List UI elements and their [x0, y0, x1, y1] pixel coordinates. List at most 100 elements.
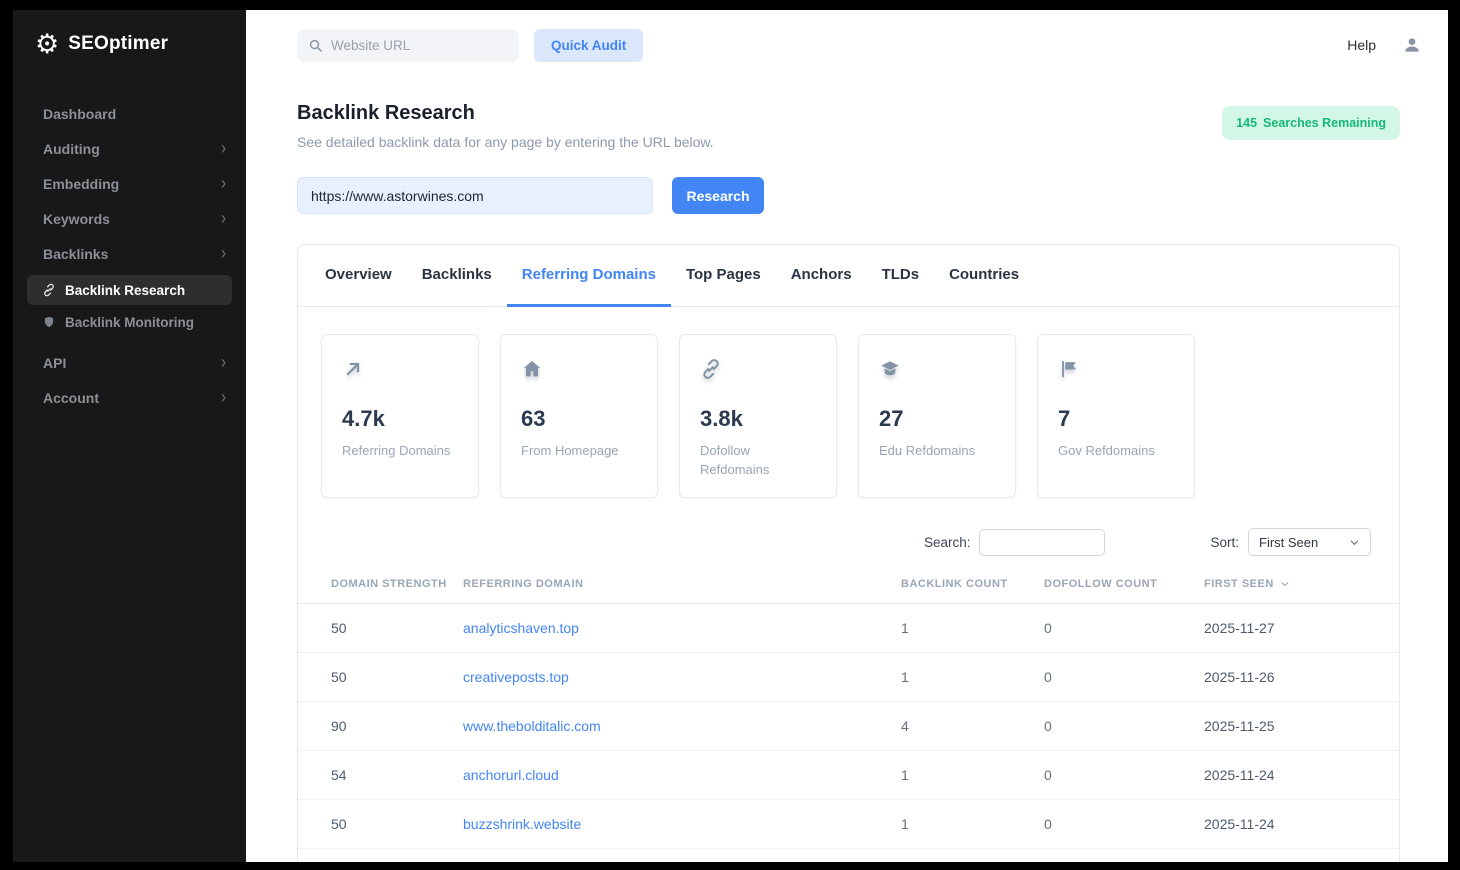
app-window: ⚙ SEOptimer Dashboard Auditing › Embeddi… [13, 10, 1448, 862]
table-search-input[interactable] [979, 529, 1105, 556]
table-search-group: Search: [924, 529, 1106, 556]
sidebar-item-keywords[interactable]: Keywords › [13, 201, 246, 236]
sort-select-value: First Seen [1259, 535, 1318, 550]
backlink-count-cell: 4 [901, 718, 1044, 734]
referring-domain-link[interactable]: anchorurl.cloud [463, 767, 559, 783]
home-icon [521, 358, 543, 380]
chevron-right-icon: › [221, 140, 226, 158]
sidebar-item-label: API [43, 355, 66, 371]
dofollow-count-cell: 0 [1044, 718, 1204, 734]
table-controls: Search: Sort: First Seen [298, 498, 1399, 556]
sidebar-item-auditing[interactable]: Auditing › [13, 131, 246, 166]
referring-domain-link[interactable]: creativeposts.top [463, 669, 569, 685]
domain-strength-cell: 50 [331, 620, 463, 636]
stats-row: 4.7k Referring Domains 63 From Homepage [298, 307, 1399, 498]
stat-card-edu: 27 Edu Refdomains [858, 334, 1016, 498]
sort-label: Sort: [1210, 535, 1239, 550]
tab-overview[interactable]: Overview [310, 245, 407, 307]
page-head: Backlink Research See detailed backlink … [297, 102, 1400, 150]
sidebar-item-account[interactable]: Account › [13, 380, 246, 415]
chevron-right-icon: › [221, 245, 226, 263]
sidebar-menu: Dashboard Auditing › Embedding › Keyword… [13, 74, 246, 415]
link-icon [42, 283, 56, 297]
table-row: 54 anchorurl.cloud 1 0 2025-11-24 [298, 751, 1399, 800]
table-row: 50 creativeposts.top 1 0 2025-11-26 [298, 653, 1399, 702]
website-url-search[interactable] [297, 29, 519, 62]
quick-audit-button[interactable]: Quick Audit [534, 29, 643, 62]
sidebar-item-backlinks[interactable]: Backlinks › [13, 236, 246, 271]
research-button[interactable]: Research [672, 177, 764, 214]
first-seen-cell: 2025-11-27 [1204, 620, 1371, 636]
stat-value: 7 [1058, 406, 1174, 432]
stat-label: Gov Refdomains [1058, 442, 1168, 461]
header-referring-domain: Referring Domain [463, 578, 901, 590]
search-icon [308, 38, 323, 53]
stat-label: From Homepage [521, 442, 631, 461]
sidebar-item-label: Account [43, 390, 99, 406]
stat-value: 3.8k [700, 406, 816, 432]
first-seen-cell: 2025-11-24 [1204, 767, 1371, 783]
stat-card-from-homepage: 63 From Homepage [500, 334, 658, 498]
topbar: Quick Audit Help [246, 10, 1448, 80]
stat-label: Referring Domains [342, 442, 452, 461]
tab-countries[interactable]: Countries [934, 245, 1034, 307]
page-title: Backlink Research [297, 102, 714, 125]
domain-strength-cell: 50 [331, 669, 463, 685]
sidebar-item-label: Embedding [43, 176, 119, 192]
main-area: Quick Audit Help Backlink Research See d… [246, 10, 1448, 862]
arrow-up-right-icon [342, 358, 364, 380]
header-first-seen[interactable]: First Seen [1204, 578, 1371, 590]
stat-value: 63 [521, 406, 637, 432]
content: Backlink Research See detailed backlink … [246, 80, 1448, 862]
referring-domain-link[interactable]: buzzshrink.website [463, 816, 581, 832]
tab-backlinks[interactable]: Backlinks [407, 245, 507, 307]
tab-top-pages[interactable]: Top Pages [671, 245, 776, 307]
sidebar-item-backlink-research[interactable]: Backlink Research [27, 275, 232, 305]
sidebar-item-embedding[interactable]: Embedding › [13, 166, 246, 201]
table-row: 50 buzzshrink.website 1 0 2025-11-24 [298, 800, 1399, 849]
chevron-down-icon [1349, 537, 1360, 548]
sidebar: ⚙ SEOptimer Dashboard Auditing › Embeddi… [13, 10, 246, 862]
backlink-url-input[interactable] [297, 177, 653, 214]
logo[interactable]: ⚙ SEOptimer [13, 10, 246, 74]
domain-strength-cell: 54 [331, 767, 463, 783]
sort-select[interactable]: First Seen [1248, 528, 1371, 556]
referring-domain-link[interactable]: analyticshaven.top [463, 620, 579, 636]
sidebar-item-backlink-monitoring[interactable]: Backlink Monitoring [27, 307, 232, 337]
chevron-right-icon: › [221, 175, 226, 193]
sidebar-item-label: Dashboard [43, 106, 116, 122]
user-icon[interactable] [1402, 35, 1422, 55]
sidebar-item-dashboard[interactable]: Dashboard [13, 96, 246, 131]
sidebar-subitem-label: Backlink Research [65, 283, 185, 298]
first-seen-cell: 2025-11-26 [1204, 669, 1371, 685]
tab-referring-domains[interactable]: Referring Domains [507, 245, 671, 307]
tab-anchors[interactable]: Anchors [776, 245, 867, 307]
seoptimer-gear-icon: ⚙ [35, 31, 59, 58]
sidebar-item-label: Auditing [43, 141, 100, 157]
help-link[interactable]: Help [1347, 37, 1376, 53]
sort-caret-icon [1280, 579, 1290, 589]
searches-remaining-badge: 145 Searches Remaining [1222, 106, 1400, 140]
url-row: Research [297, 177, 1400, 214]
dofollow-count-cell: 0 [1044, 816, 1204, 832]
backlink-count-cell: 1 [901, 669, 1044, 685]
table-row: 50 analyticshaven.top 1 0 2025-11-27 [298, 604, 1399, 653]
stat-card-gov: 7 Gov Refdomains [1037, 334, 1195, 498]
search-input[interactable] [331, 38, 508, 53]
domain-strength-cell: 50 [331, 816, 463, 832]
first-seen-cell: 2025-11-24 [1204, 816, 1371, 832]
dofollow-count-cell: 0 [1044, 620, 1204, 636]
sidebar-item-label: Backlinks [43, 246, 108, 262]
chevron-right-icon: › [221, 354, 226, 372]
header-first-seen-label: First Seen [1204, 578, 1274, 590]
sidebar-item-label: Keywords [43, 211, 110, 227]
header-domain-strength: Domain Strength [331, 578, 463, 590]
sidebar-subitem-label: Backlink Monitoring [65, 315, 194, 330]
backlinks-submenu: Backlink Research Backlink Monitoring [13, 271, 246, 345]
tab-tlds[interactable]: TLDs [867, 245, 935, 307]
referring-domain-link[interactable]: www.thebolditalic.com [463, 718, 601, 734]
sidebar-item-api[interactable]: API › [13, 345, 246, 380]
backlink-count-cell: 1 [901, 767, 1044, 783]
stat-card-dofollow: 3.8k Dofollow Refdomains [679, 334, 837, 498]
logo-text: SEOptimer [68, 33, 168, 55]
